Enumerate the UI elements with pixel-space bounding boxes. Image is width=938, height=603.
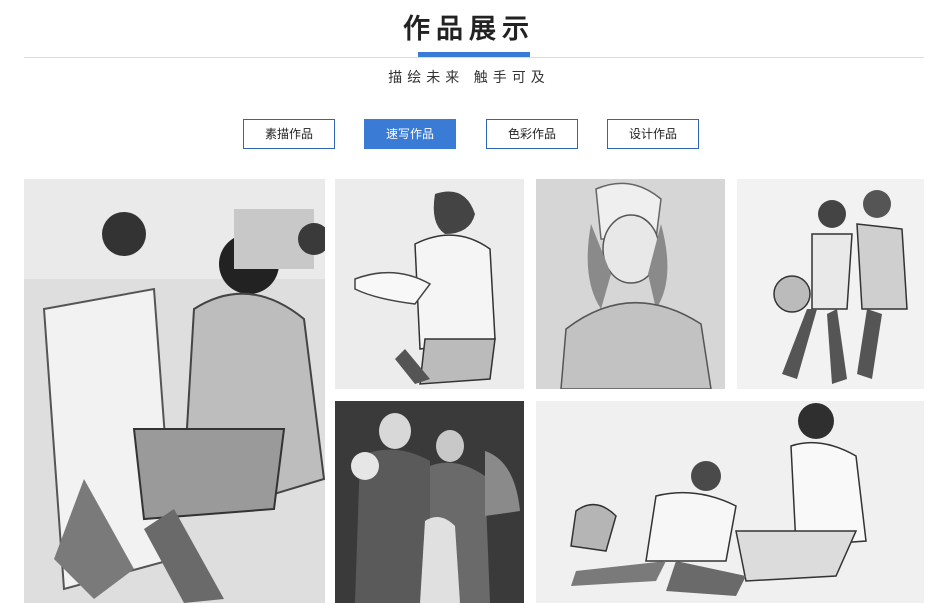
tab-color[interactable]: 色彩作品 [486,119,578,149]
title-accent-bar [418,52,530,57]
sketch-artwork-image [335,401,524,603]
sketch-artwork-image [536,401,924,603]
page-subtitle: 描绘未来 触手可及 [388,70,550,86]
gallery-item-student-drawing[interactable] [335,179,524,389]
tab-sketch[interactable]: 素描作品 [243,119,335,149]
category-tabs: 素描作品 速写作品 色彩作品 设计作品 [0,119,938,149]
title-divider [24,57,924,58]
sketch-artwork-image [24,179,325,603]
gallery-item-basketball[interactable] [737,179,924,389]
sketch-artwork-image [335,179,524,389]
gallery-item-family[interactable] [335,401,524,603]
gallery-item-girl-portrait[interactable] [536,179,725,389]
page-title: 作品展示 [403,14,535,45]
tab-quick-sketch[interactable]: 速写作品 [364,119,456,149]
tab-design[interactable]: 设计作品 [607,119,699,149]
sketch-artwork-image [737,179,924,389]
gallery-item-two-figures[interactable] [536,401,924,603]
sketch-artwork-image [536,179,725,389]
gallery-item-seated-girl[interactable] [24,179,325,603]
